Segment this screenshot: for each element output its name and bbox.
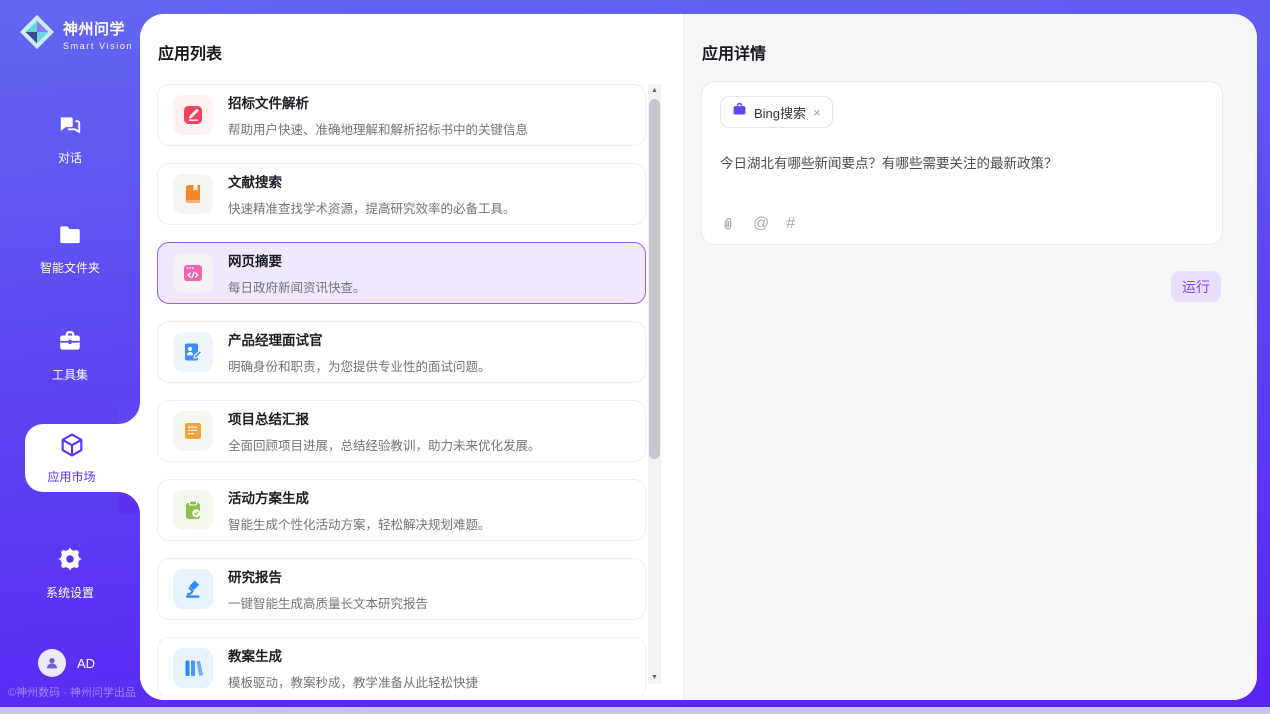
app-card-title: 项目总结汇报: [228, 408, 541, 428]
app-card[interactable]: 项目总结汇报全面回顾项目进展，总结经验教训，助力未来优化发展。: [157, 400, 646, 462]
app-card-title: 教案生成: [228, 645, 478, 665]
app-card-description: 明确身份和职责，为您提供专业性的面试问题。: [228, 356, 491, 375]
close-icon[interactable]: ×: [813, 106, 821, 119]
interviewer-icon: [173, 332, 213, 372]
user-initials: AD: [77, 656, 95, 671]
sidebar-item-label: 工具集: [52, 366, 88, 383]
app-card-description: 一键智能生成高质量长文本研究报告: [228, 593, 428, 612]
cube-icon: [58, 431, 86, 464]
copyright-text: ©神州数码 · 神州问学出品: [8, 684, 136, 700]
app-detail-panel: 应用详情 Bing搜索 × 今日湖北有哪些新闻要点？有哪些需要关注的最新政策？ …: [684, 14, 1257, 700]
app-card[interactable]: 文献搜索快速精准查找学术资源，提高研究效率的必备工具。: [157, 163, 646, 225]
app-list: 招标文件解析帮助用户快速、准确地理解和解析招标书中的关键信息文献搜索快速精准查找…: [157, 84, 647, 696]
app-detail-title: 应用详情: [702, 40, 766, 64]
attachment-icon[interactable]: [720, 215, 736, 233]
app-card-title: 文献搜索: [228, 171, 516, 191]
app-card-description: 全面回顾项目进展，总结经验教训，助力未来优化发展。: [228, 435, 541, 454]
gear-icon: [56, 545, 84, 578]
window-bottom-edge: [0, 707, 1270, 714]
query-input[interactable]: 今日湖北有哪些新闻要点？有哪些需要关注的最新政策？: [720, 152, 1200, 172]
prompt-card: Bing搜索 × 今日湖北有哪些新闻要点？有哪些需要关注的最新政策？ @#: [701, 81, 1223, 245]
app-card[interactable]: 产品经理面试官明确身份和职责，为您提供专业性的面试问题。: [157, 321, 646, 383]
tool-tag-bing-search[interactable]: Bing搜索 ×: [720, 96, 833, 128]
user-account[interactable]: AD: [38, 649, 95, 677]
avatar: [38, 649, 66, 677]
brand-logo: 神州问学 Smart Vision: [18, 13, 133, 56]
sidebar-item-label: 对话: [58, 149, 82, 166]
scroll-down-button[interactable]: ▼: [648, 671, 661, 684]
tool-tag-label: Bing搜索: [754, 103, 806, 122]
app-card-description: 智能生成个性化活动方案，轻松解决规划难题。: [228, 514, 491, 533]
hash-icon[interactable]: #: [786, 215, 795, 233]
briefcase-icon: [732, 102, 747, 122]
microscope-icon: [173, 569, 213, 609]
sidebar-item-smart-folders[interactable]: 智能文件夹: [0, 222, 140, 276]
book-icon: [173, 174, 213, 214]
books-icon: [173, 648, 213, 688]
active-tab-curve-bottom: [118, 492, 140, 514]
folder-icon: [57, 222, 83, 253]
main-content: 应用列表 招标文件解析帮助用户快速、准确地理解和解析招标书中的关键信息文献搜索快…: [140, 14, 1257, 700]
report-note-icon: [173, 411, 213, 451]
mention-icon[interactable]: @: [753, 215, 769, 233]
chat-icon: [57, 112, 83, 143]
run-button[interactable]: 运行: [1171, 271, 1221, 302]
app-card[interactable]: 网页摘要每日政府新闻资讯快查。: [157, 242, 646, 304]
app-card[interactable]: 研究报告一键智能生成高质量长文本研究报告: [157, 558, 646, 620]
app-card-title: 招标文件解析: [228, 92, 528, 112]
app-card-title: 网页摘要: [228, 250, 366, 270]
app-card-description: 每日政府新闻资讯快查。: [228, 277, 366, 296]
app-card-title: 产品经理面试官: [228, 329, 491, 349]
active-tab-curve-top: [118, 402, 140, 424]
brand-subtitle: Smart Vision: [63, 41, 133, 51]
sidebar-item-app-market[interactable]: 应用市场: [25, 424, 140, 492]
sidebar-item-toolset[interactable]: 工具集: [0, 329, 140, 383]
scroll-up-button[interactable]: ▲: [648, 84, 661, 97]
sidebar-item-label: 智能文件夹: [40, 259, 100, 276]
app-card-description: 帮助用户快速、准确地理解和解析招标书中的关键信息: [228, 119, 528, 138]
clipboard-check-icon: [173, 490, 213, 530]
scrollbar[interactable]: ▲ ▼: [648, 84, 661, 684]
edit-doc-icon: [173, 95, 213, 135]
app-card-description: 快速精准查找学术资源，提高研究效率的必备工具。: [228, 198, 516, 217]
app-card[interactable]: 活动方案生成智能生成个性化活动方案，轻松解决规划难题。: [157, 479, 646, 541]
app-card[interactable]: 教案生成模板驱动，教案秒成，教学准备从此轻松快捷: [157, 637, 646, 696]
app-window: 神州问学 Smart Vision 对话智能文件夹工具集应用市场系统设置 AD …: [0, 0, 1270, 714]
app-list-title: 应用列表: [158, 40, 222, 64]
scrollbar-thumb[interactable]: [649, 99, 660, 459]
app-card-title: 活动方案生成: [228, 487, 491, 507]
sidebar-item-system-settings[interactable]: 系统设置: [0, 545, 140, 601]
brand-title: 神州问学: [63, 18, 133, 39]
app-list-panel: 应用列表 招标文件解析帮助用户快速、准确地理解和解析招标书中的关键信息文献搜索快…: [140, 14, 683, 700]
app-card-title: 研究报告: [228, 566, 428, 586]
sidebar: 神州问学 Smart Vision 对话智能文件夹工具集应用市场系统设置 AD …: [0, 0, 140, 714]
toolbox-icon: [57, 329, 83, 360]
sidebar-item-label: 应用市场: [47, 468, 95, 485]
sidebar-item-chat[interactable]: 对话: [0, 112, 140, 166]
composer-toolbar: @#: [720, 215, 795, 233]
web-code-icon: [173, 253, 213, 293]
sidebar-item-label: 系统设置: [46, 584, 94, 601]
app-card[interactable]: 招标文件解析帮助用户快速、准确地理解和解析招标书中的关键信息: [157, 84, 646, 146]
app-card-description: 模板驱动，教案秒成，教学准备从此轻松快捷: [228, 672, 478, 691]
gem-logo-icon: [18, 13, 56, 56]
